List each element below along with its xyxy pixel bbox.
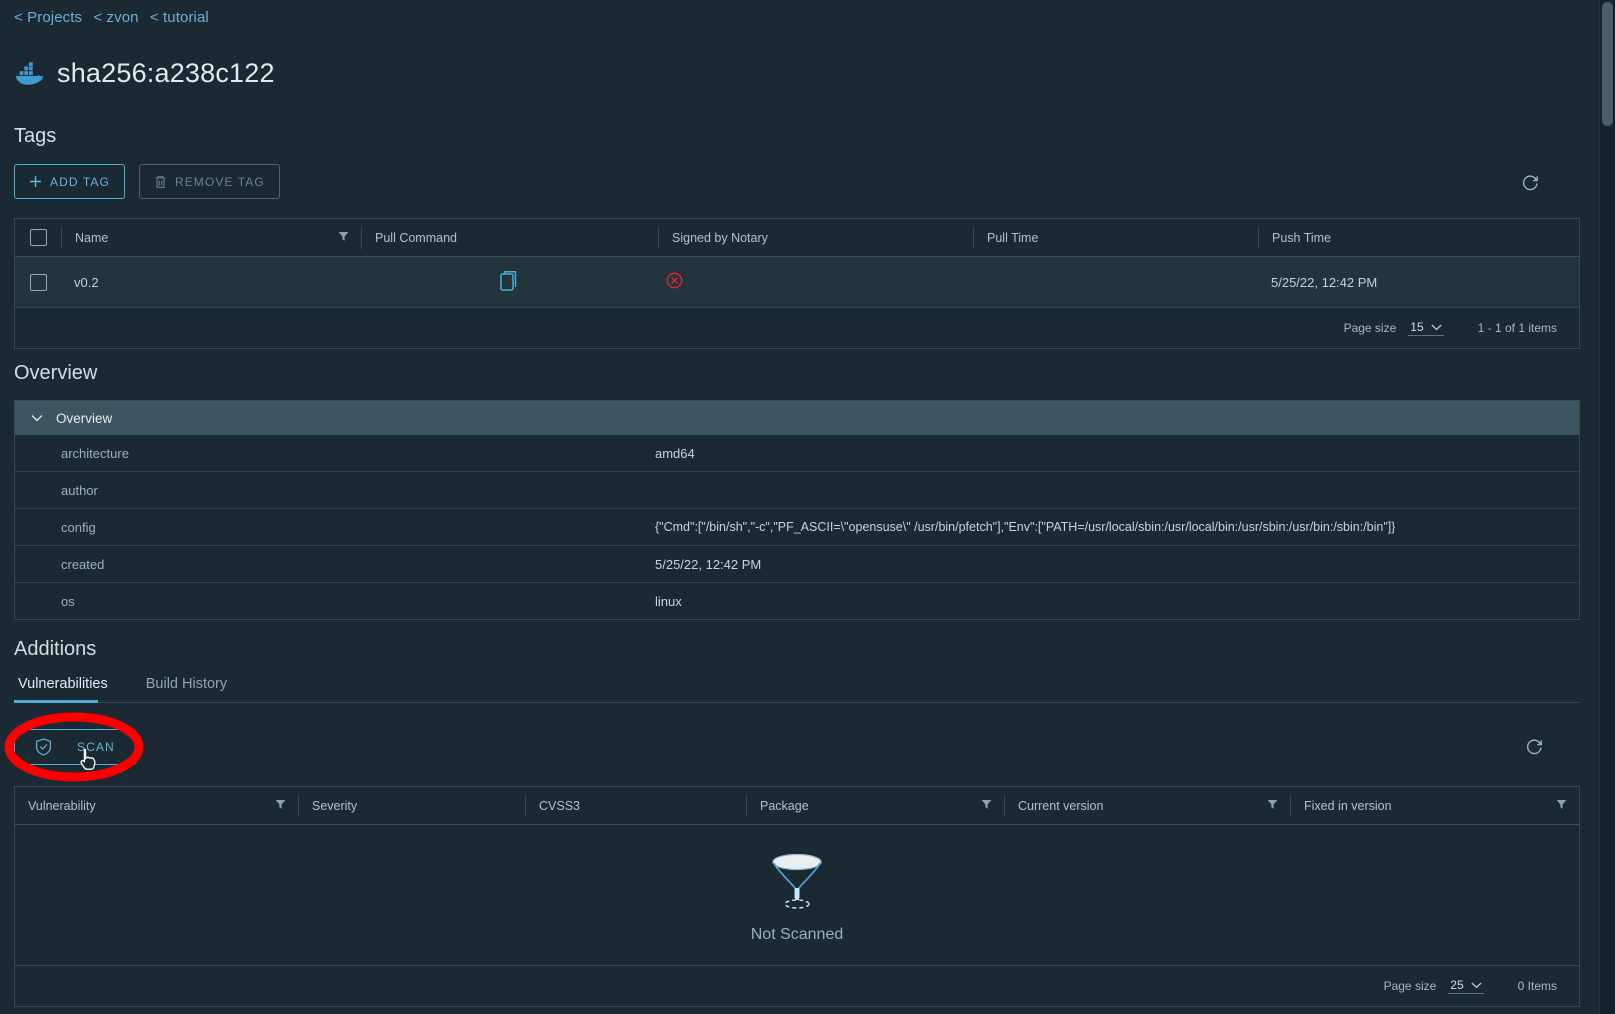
chevron-down-icon xyxy=(31,414,43,422)
scan-button[interactable]: SCAN xyxy=(14,729,136,765)
image-digest-title: sha256:a238c122 xyxy=(57,58,275,89)
select-all-checkbox-cell xyxy=(15,227,61,249)
vuln-range-text: 0 Items xyxy=(1518,979,1557,993)
vulnerabilities-table-footer: Page size 25 0 Items xyxy=(15,965,1579,1006)
overview-row-config: config {"Cmd":["/bin/sh","-c","PF_ASCII=… xyxy=(15,509,1579,546)
tags-col-push-time: Push Time xyxy=(1258,227,1578,249)
chevron-down-icon xyxy=(1471,978,1482,992)
breadcrumb-item-projects[interactable]: < Projects xyxy=(14,9,82,26)
vuln-col-vulnerability: Vulnerability xyxy=(15,795,298,817)
tags-table: Name Pull Command Signed by Notary Pull … xyxy=(14,218,1580,349)
vuln-col-package: Package xyxy=(746,795,1004,817)
pull-time-cell xyxy=(973,257,1258,307)
add-tag-button[interactable]: ADD TAG xyxy=(14,164,125,199)
copy-icon[interactable] xyxy=(500,270,519,294)
shield-check-icon xyxy=(35,738,52,756)
row-checkbox-cell xyxy=(15,257,61,307)
overview-accordion-title: Overview xyxy=(56,411,112,426)
name-filter-icon[interactable] xyxy=(338,231,349,245)
funnel-illustration xyxy=(764,847,830,914)
vulnerabilities-table-header: Vulnerability Severity CVSS3 Package Cur… xyxy=(15,787,1579,825)
docker-whale-icon xyxy=(14,61,44,87)
tags-heading: Tags xyxy=(14,125,56,148)
tag-name-cell: v0.2 xyxy=(61,257,361,307)
tags-table-header: Name Pull Command Signed by Notary Pull … xyxy=(15,219,1579,257)
scan-toolbar: SCAN xyxy=(14,729,136,765)
breadcrumb-item-zvon[interactable]: < zvon xyxy=(93,9,138,26)
tags-col-name: Name xyxy=(61,227,361,249)
vulnerability-filter-icon[interactable] xyxy=(275,799,286,813)
tags-page-size-select[interactable]: 15 xyxy=(1408,320,1443,336)
overview-row-architecture: architecture amd64 xyxy=(15,435,1579,472)
signed-by-notary-cell xyxy=(658,257,973,307)
vuln-col-current-version: Current version xyxy=(1004,795,1290,817)
overview-accordion-header[interactable]: Overview xyxy=(15,401,1579,435)
table-row[interactable]: v0.2 5/25/22, 12:42 PM xyxy=(15,257,1579,308)
overview-row-created: created 5/25/22, 12:42 PM xyxy=(15,546,1579,583)
tags-col-pull-command: Pull Command xyxy=(361,227,658,249)
scrollbar-thumb[interactable] xyxy=(1602,2,1613,126)
page-title: sha256:a238c122 xyxy=(14,58,275,89)
tab-build-history[interactable]: Build History xyxy=(142,670,239,702)
tags-toolbar: ADD TAG REMOVE TAG xyxy=(14,164,280,199)
remove-tag-button[interactable]: REMOVE TAG xyxy=(139,164,280,199)
tab-vulnerabilities[interactable]: Vulnerabilities xyxy=(14,670,120,702)
x-circle-icon xyxy=(666,272,683,292)
overview-accordion: Overview architecture amd64 author confi… xyxy=(14,400,1580,620)
push-time-cell: 5/25/22, 12:42 PM xyxy=(1258,257,1578,307)
vulnerabilities-refresh-icon[interactable] xyxy=(1525,738,1544,762)
add-tag-label: ADD TAG xyxy=(50,175,110,189)
tags-col-signed-by-notary: Signed by Notary xyxy=(658,227,973,249)
breadcrumb-item-tutorial[interactable]: < tutorial xyxy=(150,9,209,26)
overview-heading: Overview xyxy=(14,362,97,385)
additions-heading: Additions xyxy=(14,638,96,661)
overview-row-author: author xyxy=(15,472,1579,509)
breadcrumb: < Projects < zvon < tutorial xyxy=(14,9,216,26)
tags-col-pull-time: Pull Time xyxy=(973,227,1258,249)
scan-button-label: SCAN xyxy=(77,740,115,754)
tags-refresh-icon[interactable] xyxy=(1521,174,1540,198)
empty-state-text: Not Scanned xyxy=(751,926,844,944)
overview-row-os: os linux xyxy=(15,583,1579,619)
plus-icon xyxy=(29,175,42,188)
chevron-down-icon xyxy=(1431,320,1442,334)
package-filter-icon[interactable] xyxy=(981,799,992,813)
remove-tag-label: REMOVE TAG xyxy=(175,175,265,189)
fixed-in-version-filter-icon[interactable] xyxy=(1556,799,1567,813)
page-root: < Projects < zvon < tutorial sha256:a238… xyxy=(0,0,1594,1014)
select-all-checkbox[interactable] xyxy=(30,229,47,246)
vuln-col-severity: Severity xyxy=(298,795,525,817)
page-scrollbar[interactable] xyxy=(1599,0,1615,1014)
additions-tabs: Vulnerabilities Build History xyxy=(14,670,1580,703)
vuln-page-size-value: 25 xyxy=(1450,978,1463,992)
current-version-filter-icon[interactable] xyxy=(1267,799,1278,813)
tags-page-size-label: Page size xyxy=(1344,321,1397,335)
vuln-col-fixed-in-version: Fixed in version xyxy=(1290,795,1579,817)
trash-icon xyxy=(154,175,167,189)
row-checkbox[interactable] xyxy=(30,274,47,291)
tags-page-size-value: 15 xyxy=(1410,320,1423,334)
vulnerabilities-table: Vulnerability Severity CVSS3 Package Cur… xyxy=(14,786,1580,1007)
vuln-col-cvss3: CVSS3 xyxy=(525,795,746,817)
vulnerabilities-empty-state: Not Scanned xyxy=(15,825,1579,965)
tags-range-text: 1 - 1 of 1 items xyxy=(1478,321,1557,335)
vuln-page-size-label: Page size xyxy=(1384,979,1437,993)
pull-command-cell xyxy=(361,257,658,307)
vuln-page-size-select[interactable]: 25 xyxy=(1448,978,1483,994)
tags-table-footer: Page size 15 1 - 1 of 1 items xyxy=(15,308,1579,348)
